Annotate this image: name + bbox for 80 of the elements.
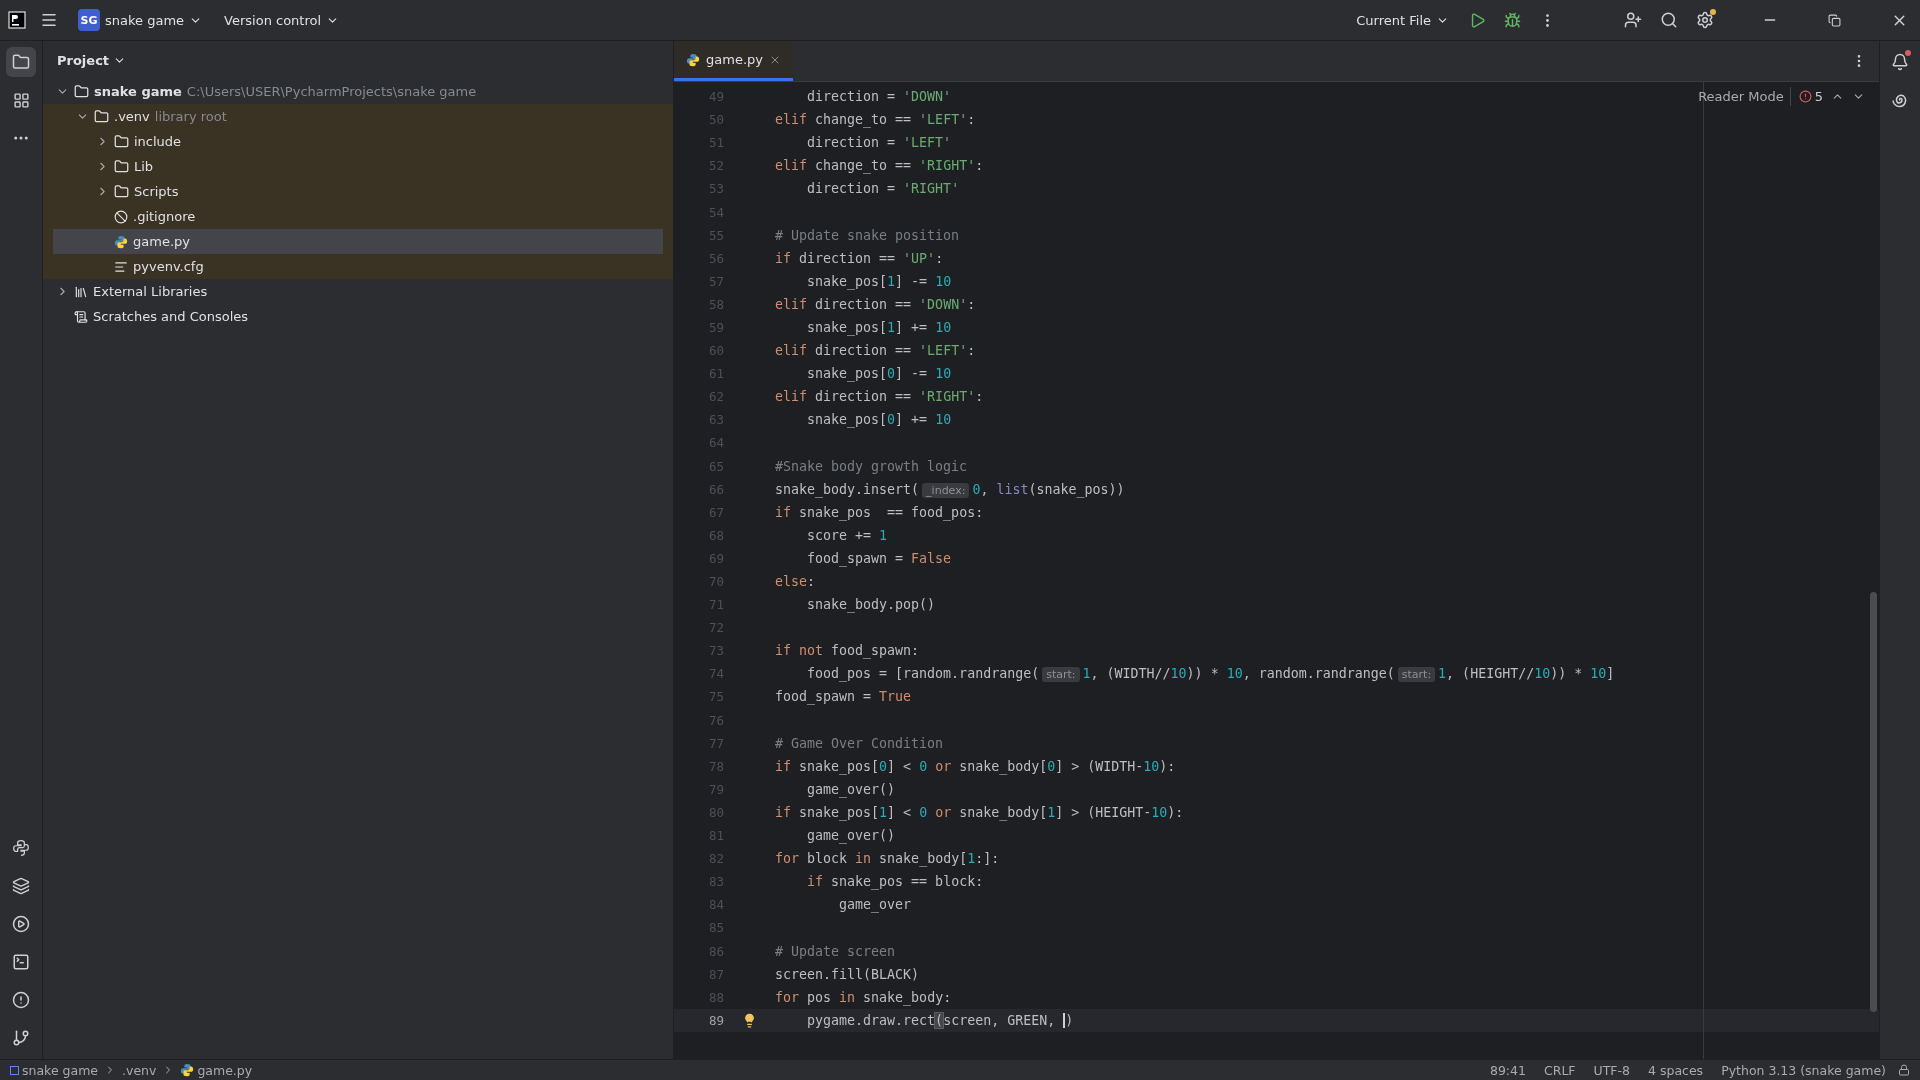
tree-item[interactable]: .gitignore <box>43 204 673 229</box>
lightbulb-icon[interactable] <box>742 1012 757 1028</box>
folder-icon <box>74 84 89 99</box>
code-line: snake_body.insert( _index: 0, list(snake_pos)) <box>775 481 1125 497</box>
code-line: for block in snake_body[1:]: <box>775 851 1000 867</box>
code-line: elif direction == 'RIGHT': <box>775 389 984 405</box>
code-line: if snake_pos == block: <box>806 874 984 890</box>
code-line: elif direction == 'LEFT': <box>775 343 976 359</box>
code-line: snake_body.pop() <box>806 597 936 613</box>
tree-item[interactable]: pyvenv.cfg <box>43 254 673 279</box>
code-line: snake_pos[0] -= 10 <box>806 366 952 382</box>
folder-icon <box>114 184 129 199</box>
code-line: if not food_spawn: <box>775 643 920 659</box>
breadcrumb[interactable]: snake game <box>10 1062 98 1078</box>
code-line: screen.fill(BLACK) <box>775 966 920 982</box>
tree-item[interactable]: Scratches and Consoles <box>43 304 673 329</box>
run-configuration[interactable]: Current File <box>1350 8 1455 32</box>
code-line: food_pos = [random.randrange( start: 1, (WIDTH//10)) * 10, random.randrange( start: 1, (HEIGHT//10)) * 10] <box>806 666 1615 682</box>
code-line: snake_pos[1] += 10 <box>806 320 952 335</box>
tree-item[interactable]: include <box>43 129 673 154</box>
folder-icon[interactable] <box>6 47 36 77</box>
code-line: elif change_to == 'LEFT': <box>775 112 976 128</box>
code-line: game_over <box>838 897 912 913</box>
code-line: # Update screen <box>775 943 896 959</box>
code-line: # Update snake position <box>775 227 960 243</box>
code-line: for pos in snake_body: <box>775 989 952 1005</box>
tree-item[interactable]: .venv library root <box>43 104 673 129</box>
code-line: snake_pos[0] += 10 <box>806 412 952 428</box>
tree-item[interactable]: External Libraries <box>43 279 673 304</box>
code-line: #Snake body growth logic <box>775 458 968 474</box>
code-line: pygame.draw.rect(screen, GREEN, ) <box>806 1012 1074 1028</box>
status-item[interactable]: CRLF <box>1538 1062 1582 1078</box>
python-file-icon <box>180 1063 195 1077</box>
tree-item[interactable]: snake game C:\Users\USER\PycharmProjects\snake game <box>43 79 673 104</box>
line-number: 89 <box>707 1012 724 1028</box>
code-line: if snake_pos[0] < 0 or snake_body[0] > (WIDTH-10): <box>775 758 1176 774</box>
code-line: direction = 'RIGHT' <box>806 181 960 197</box>
editor-tab[interactable]: game.py <box>674 41 793 81</box>
tree-item[interactable]: Scripts <box>43 179 673 204</box>
code-line: # Game Over Condition <box>775 735 944 751</box>
tree-item[interactable]: Lib <box>43 154 673 179</box>
status-item[interactable]: Python 3.13 (snake game) <box>1715 1062 1892 1078</box>
breadcrumb[interactable]: game.py <box>180 1062 253 1078</box>
lock-icon[interactable] <box>1898 1064 1910 1076</box>
library-icon <box>74 284 88 299</box>
code-line: if snake_pos == food_pos: <box>775 504 984 520</box>
folder-icon <box>114 159 129 174</box>
scrollbar-thumb[interactable] <box>1870 592 1877 1012</box>
version-control-menu[interactable]: Version control <box>218 8 346 32</box>
code-line: score += 1 <box>806 527 888 543</box>
python-file-icon <box>686 52 700 67</box>
code-line: else: <box>775 574 816 589</box>
text-file-icon <box>114 259 128 274</box>
code-line: direction = 'DOWN' <box>806 89 952 105</box>
code-line: elif direction == 'DOWN': <box>775 296 976 312</box>
code-line: elif change_to == 'RIGHT': <box>775 158 984 174</box>
code-line: if direction == 'UP': <box>775 250 944 266</box>
tree-item[interactable]: game.py <box>43 229 673 254</box>
status-item[interactable]: 4 spaces <box>1642 1062 1710 1078</box>
blocked-icon <box>114 209 128 224</box>
folder-icon <box>114 134 129 149</box>
app-logo-icon <box>8 11 26 29</box>
code-line: direction = 'LEFT' <box>806 135 952 151</box>
project-selector[interactable]: SG snake game <box>72 5 209 35</box>
error-count[interactable]: 5 <box>1798 89 1823 104</box>
module-icon <box>10 1065 19 1075</box>
code-line: food_spawn = False <box>806 550 952 566</box>
status-item[interactable]: 89:41 <box>1483 1062 1532 1078</box>
status-item[interactable]: UTF-8 <box>1587 1062 1636 1078</box>
panel-title[interactable]: Project <box>51 51 133 69</box>
code-line: food_spawn = True <box>775 689 912 705</box>
python-file-icon <box>114 234 128 249</box>
scratch-file-icon <box>74 309 88 324</box>
code-line: if snake_pos[1] < 0 or snake_body[1] > (HEIGHT-10): <box>775 804 1184 820</box>
folder-icon <box>94 109 109 124</box>
breadcrumb[interactable]: .venv <box>122 1062 157 1078</box>
reader-mode-button[interactable]: Reader Mode <box>1692 87 1791 106</box>
code-line: snake_pos[1] -= 10 <box>806 273 952 289</box>
code-line: game_over() <box>806 781 896 797</box>
code-line: game_over() <box>806 828 896 844</box>
